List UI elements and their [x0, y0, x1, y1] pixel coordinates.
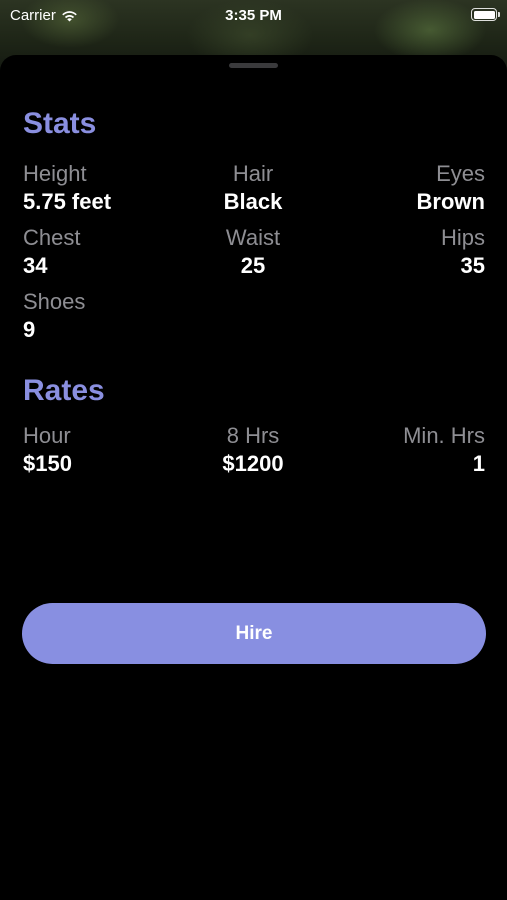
- stat-value: Black: [223, 189, 283, 214]
- rate-value: $150: [23, 451, 72, 476]
- sheet-grabber-handle[interactable]: [229, 63, 278, 68]
- rates-heading: Rates: [23, 374, 105, 407]
- stat-eyes: Eyes Brown: [417, 160, 485, 216]
- stat-label: Hips: [440, 225, 485, 250]
- stat-label: Height: [23, 161, 87, 186]
- rate-8-hrs: 8 Hrs $1200: [153, 422, 353, 478]
- stat-hair: Hair Black: [153, 160, 353, 216]
- rate-min-hrs: Min. Hrs 1: [403, 422, 485, 478]
- stat-label: Shoes: [23, 289, 86, 314]
- stat-value: 35: [460, 253, 485, 278]
- stat-value: Brown: [416, 189, 485, 214]
- stat-waist: Waist 25: [153, 224, 353, 280]
- profile-sheet: Stats Height 5.75 feet Hair Black Eyes B…: [0, 55, 507, 900]
- battery-icon: [471, 8, 500, 21]
- screen: Carrier 3:35 PM Stats Height 5.75 feet H…: [0, 0, 507, 900]
- stat-height: Height 5.75 feet: [23, 160, 111, 216]
- stat-label: Eyes: [436, 161, 485, 186]
- stat-value: 9: [23, 317, 36, 342]
- rate-hour: Hour $150: [23, 422, 72, 478]
- rate-label: 8 Hrs: [226, 423, 280, 448]
- stat-label: Hair: [232, 161, 274, 186]
- stat-hips: Hips 35: [441, 224, 485, 280]
- stats-heading: Stats: [23, 107, 97, 140]
- rate-value: 1: [472, 451, 485, 476]
- stat-shoes: Shoes 9: [23, 288, 85, 344]
- status-bar: Carrier 3:35 PM: [0, 0, 507, 32]
- stat-label: Waist: [225, 225, 281, 250]
- rate-value: $1200: [222, 451, 284, 476]
- hire-button[interactable]: Hire: [22, 603, 486, 664]
- rate-label: Hour: [23, 423, 71, 448]
- stat-value: 34: [23, 253, 48, 278]
- rate-label: Min. Hrs: [403, 423, 485, 448]
- status-time: 3:35 PM: [225, 7, 282, 24]
- stat-value: 5.75 feet: [23, 189, 112, 214]
- stat-chest: Chest 34: [23, 224, 80, 280]
- stat-value: 25: [240, 253, 266, 278]
- stat-label: Chest: [23, 225, 81, 250]
